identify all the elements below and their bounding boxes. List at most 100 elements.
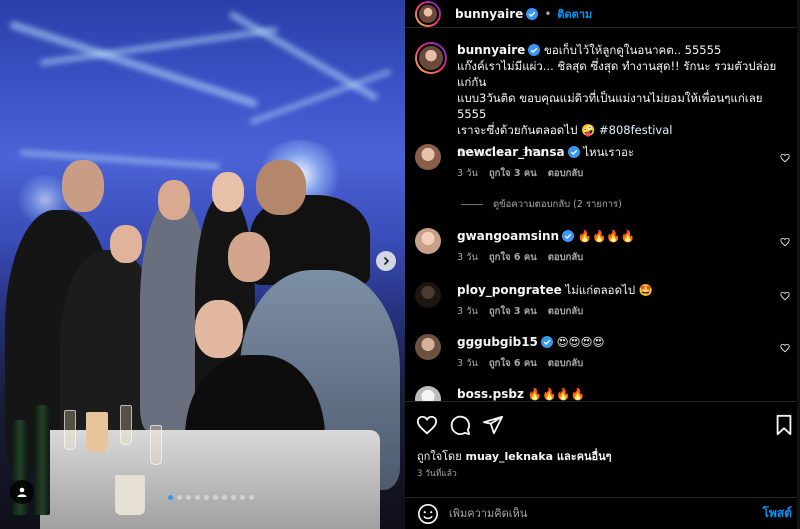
comment-text: ไหนเราอะ bbox=[583, 145, 635, 159]
commenter-username[interactable]: boss.psbz bbox=[457, 387, 524, 401]
like-heart-icon[interactable] bbox=[416, 414, 438, 436]
post-comment-button[interactable]: โพสต์ bbox=[763, 504, 792, 523]
person-silhouette bbox=[62, 160, 104, 212]
liked-by-user[interactable]: muay_leknaka bbox=[465, 450, 553, 463]
like-comment-icon[interactable] bbox=[780, 291, 790, 301]
liked-by: ถูกใจโดย muay_leknaka และคนอื่นๆ bbox=[417, 447, 612, 465]
chevron-right-icon bbox=[383, 256, 390, 266]
emoji-smiley-icon[interactable] bbox=[417, 503, 439, 525]
reply-button[interactable]: ตอบกลับ bbox=[548, 168, 584, 179]
share-send-icon[interactable] bbox=[482, 414, 504, 436]
comment-bubble-icon[interactable] bbox=[449, 414, 471, 436]
comment-likes[interactable]: ถูกใจ 6 คน bbox=[489, 358, 537, 369]
author-avatar[interactable] bbox=[415, 42, 447, 74]
comment-item: gggubgib15 😍😍😍😍 3 วัน ถูกใจ 6 คน ตอบกลับ bbox=[415, 334, 790, 374]
verified-badge-icon bbox=[567, 146, 580, 158]
bookmark-icon[interactable] bbox=[773, 414, 795, 436]
reply-button[interactable]: ตอบกลับ bbox=[548, 306, 584, 317]
reply-button[interactable]: ตอบกลับ bbox=[548, 358, 584, 369]
commenter-avatar[interactable] bbox=[415, 228, 441, 254]
commenter-avatar[interactable] bbox=[415, 282, 441, 308]
commenter-username[interactable]: newclear_hansa bbox=[457, 145, 565, 159]
liked-by-prefix: ถูกใจโดย bbox=[417, 450, 462, 463]
comments-list[interactable]: bunnyaire ขอเก็บไว้ให้ลูกดูในอนาคต.. 555… bbox=[405, 29, 800, 401]
comment-input[interactable] bbox=[449, 507, 763, 520]
commenter-username[interactable]: gggubgib15 bbox=[457, 335, 538, 349]
commenter-avatar[interactable] bbox=[415, 144, 441, 170]
author-avatar[interactable] bbox=[415, 0, 441, 27]
comment-item: ploy_pongratee ไม่แก่ตลอดไป 🤩 3 วัน ถูกใจ… bbox=[415, 282, 790, 322]
cup bbox=[86, 412, 108, 452]
comment-time: 3 วัน bbox=[457, 168, 478, 179]
view-replies-button[interactable]: ดูข้อความตอบกลับ (2 รายการ) bbox=[461, 197, 790, 212]
comment-time: 3 วัน bbox=[457, 306, 478, 317]
person-silhouette bbox=[256, 160, 306, 215]
carousel-dot bbox=[186, 495, 191, 500]
author-username[interactable]: bunnyaire bbox=[455, 7, 523, 21]
carousel-dot bbox=[249, 495, 254, 500]
comment-time: 3 วัน bbox=[457, 358, 478, 369]
comment-text: 🔥🔥🔥🔥 bbox=[527, 387, 585, 401]
comment-item: newclear_hansa ไหนเราอะ 3 วัน ถูกใจ 3 คน ต… bbox=[415, 144, 790, 184]
like-comment-icon[interactable] bbox=[780, 343, 790, 353]
carousel-dot bbox=[204, 495, 209, 500]
commenter-username[interactable]: ploy_pongratee bbox=[457, 283, 562, 297]
verified-badge-icon bbox=[540, 336, 553, 348]
reply-button[interactable]: ตอบกลับ bbox=[548, 252, 584, 263]
carousel-dot bbox=[213, 495, 218, 500]
follow-button[interactable]: ติดตาม bbox=[557, 5, 592, 23]
comment-likes[interactable]: ถูกใจ 3 คน bbox=[489, 168, 537, 179]
comment-text: ไม่แก่ตลอดไป 🤩 bbox=[565, 283, 654, 297]
carousel-dot bbox=[168, 495, 173, 500]
cup bbox=[115, 475, 145, 515]
add-comment-bar: โพสต์ bbox=[405, 497, 800, 529]
caption-text: bunnyaire ขอเก็บไว้ให้ลูกดูในอนาคต.. 555… bbox=[457, 42, 787, 138]
post-photo[interactable] bbox=[0, 0, 405, 529]
user-icon bbox=[17, 487, 27, 497]
post-time: 3 วันที่แล้ว bbox=[417, 469, 457, 479]
verified-badge-icon bbox=[528, 44, 541, 56]
caption-line: เราจะซึ่งด้วยกันตลอดไป 🤪 bbox=[457, 123, 599, 137]
commenter-username[interactable]: gwangoamsinn bbox=[457, 229, 559, 243]
verified-badge-icon bbox=[526, 7, 539, 20]
comment-item: boss.psbz 🔥🔥🔥🔥 bbox=[415, 386, 790, 401]
carousel-dot bbox=[222, 495, 227, 500]
comment-item: gwangoamsinn 🔥🔥🔥🔥 3 วัน ถูกใจ 6 คน ตอบกลับ bbox=[415, 228, 790, 268]
person-silhouette bbox=[212, 172, 244, 212]
comment-text: 😍😍😍😍 bbox=[556, 335, 605, 349]
next-photo-button[interactable] bbox=[376, 251, 396, 271]
like-comment-icon[interactable] bbox=[780, 237, 790, 247]
caption-username[interactable]: bunnyaire bbox=[457, 43, 525, 57]
post-actions: ถูกใจโดย muay_leknaka และคนอื่นๆ 3 วันที… bbox=[405, 401, 800, 496]
comment-likes[interactable]: ถูกใจ 3 คน bbox=[489, 306, 537, 317]
commenter-avatar[interactable] bbox=[415, 386, 441, 401]
verified-badge-icon bbox=[562, 230, 575, 242]
glass bbox=[64, 410, 76, 450]
view-replies-label: ดูข้อความตอบกลับ (2 รายการ) bbox=[493, 199, 622, 210]
person-silhouette bbox=[158, 180, 190, 220]
glass bbox=[120, 405, 132, 445]
comment-time: 3 วัน bbox=[457, 252, 478, 263]
like-comment-icon[interactable] bbox=[780, 153, 790, 163]
light-beam bbox=[228, 10, 379, 102]
liked-by-suffix[interactable]: และคนอื่นๆ bbox=[557, 450, 612, 463]
person-silhouette bbox=[228, 232, 270, 282]
hashtag-link[interactable]: #808festival bbox=[599, 123, 672, 137]
post-side-panel: bunnyaire • ติดตาม bunnyaire ขอเก็บไว้ให… bbox=[405, 0, 800, 529]
commenter-avatar[interactable] bbox=[415, 334, 441, 360]
person-silhouette bbox=[110, 225, 142, 263]
carousel-dot bbox=[177, 495, 182, 500]
carousel-dot bbox=[231, 495, 236, 500]
separator: • bbox=[544, 6, 552, 21]
person-silhouette bbox=[195, 300, 243, 358]
carousel-dot bbox=[240, 495, 245, 500]
glass bbox=[150, 425, 162, 465]
comment-likes[interactable]: ถูกใจ 6 คน bbox=[489, 252, 537, 263]
caption-line: แก๊งค์เราไม่มีแผ่ว... ชิลสุด ซึ่งสุด ทำง… bbox=[457, 59, 777, 89]
comment-text: 🔥🔥🔥🔥 bbox=[577, 229, 636, 243]
tagged-users-button[interactable] bbox=[10, 480, 34, 504]
light-beam bbox=[19, 150, 220, 169]
caption-line: ขอเก็บไว้ให้ลูกดูในอนาคต.. 55555 bbox=[543, 43, 722, 57]
bottle bbox=[34, 405, 50, 515]
caption-line: แบบ3วันติด ขอบคุณแม่ดิวที่เป็นแม่งานไม่ย… bbox=[457, 91, 763, 121]
